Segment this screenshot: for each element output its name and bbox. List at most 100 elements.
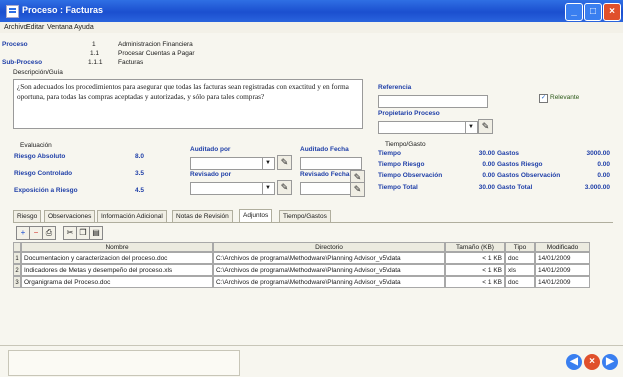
tiempo-value: 30.00 bbox=[478, 150, 495, 157]
table-row-modificado[interactable]: 14/01/2009 bbox=[535, 264, 590, 276]
table-row-modificado[interactable]: 14/01/2009 bbox=[535, 252, 590, 264]
tab-riesgo[interactable]: Riesgo bbox=[13, 210, 42, 222]
table-row-directorio[interactable]: C:\Archivos de programa\Methodware\Plann… bbox=[213, 264, 445, 276]
table-row-tipo[interactable]: doc bbox=[505, 276, 535, 288]
row-header[interactable]: 2 bbox=[13, 264, 21, 276]
menu-ayuda[interactable]: Ayuda bbox=[74, 24, 94, 31]
add-icon[interactable]: + bbox=[16, 226, 30, 240]
tiempo-gasto-label: Tiempo/Gasto bbox=[385, 141, 426, 148]
cut-icon[interactable]: ✂ bbox=[63, 226, 77, 240]
exposicion-riesgo-label: Exposición a Riesgo bbox=[14, 187, 78, 194]
maximize-button[interactable]: □ bbox=[584, 3, 602, 21]
proceso-name: Administracion Financiera bbox=[118, 41, 193, 48]
copy-icon[interactable]: ❐ bbox=[76, 226, 90, 240]
table-row-modificado[interactable]: 14/01/2009 bbox=[535, 276, 590, 288]
column-header-tamano[interactable]: Tamaño (KB) bbox=[445, 242, 505, 252]
table-row-tamano[interactable]: < 1 KB bbox=[445, 252, 505, 264]
attachments-toolbar: + − ⎙ ✂ ❐ ▤ bbox=[16, 226, 146, 240]
minimize-button[interactable]: _ bbox=[565, 3, 583, 21]
pencil-icon[interactable]: ✎ bbox=[277, 180, 292, 195]
table-row-directorio[interactable]: C:\Archivos de programa\Methodware\Plann… bbox=[213, 276, 445, 288]
tab-tiempo-gastos[interactable]: Tiempo/Gastos bbox=[279, 210, 331, 222]
gastos-observacion-value: 0.00 bbox=[597, 172, 610, 179]
gastos-observacion-label: Gastos Observación bbox=[497, 172, 561, 179]
revisado-fecha-label: Revisado Fecha bbox=[300, 171, 350, 178]
auditado-por-label: Auditado por bbox=[190, 146, 231, 153]
pencil-icon[interactable]: ✎ bbox=[478, 119, 493, 134]
chevron-down-icon[interactable]: ▼ bbox=[262, 158, 273, 169]
paste-icon[interactable]: ▤ bbox=[89, 226, 103, 240]
chevron-down-icon[interactable]: ▼ bbox=[465, 122, 476, 133]
title-bar: Proceso : Facturas _ □ × bbox=[0, 0, 623, 22]
grid-corner bbox=[13, 242, 21, 252]
gastos-riesgo-label: Gastos Riesgo bbox=[497, 161, 543, 168]
riesgo-controlado-value: 3.5 bbox=[135, 170, 145, 177]
auditado-fecha-label: Auditado Fecha bbox=[300, 146, 349, 153]
pencil-icon[interactable]: ✎ bbox=[350, 182, 365, 197]
menu-bar: Archivo Editar Ventana Ayuda bbox=[0, 22, 623, 33]
print-icon[interactable]: ⎙ bbox=[42, 226, 56, 240]
tiempo-riesgo-value: 0.00 bbox=[482, 161, 495, 168]
column-header-modificado[interactable]: Modificado bbox=[535, 242, 590, 252]
proceso-code-2: 1.1 bbox=[90, 50, 100, 57]
tab-adjuntos[interactable]: Adjuntos bbox=[239, 209, 273, 222]
close-icon[interactable]: × bbox=[584, 354, 600, 370]
tiempo-observacion-value: 0.00 bbox=[482, 172, 495, 179]
table-row-tamano[interactable]: < 1 KB bbox=[445, 276, 505, 288]
gasto-total-label: Gasto Total bbox=[497, 184, 533, 191]
propietario-label: Propietario Proceso bbox=[378, 110, 440, 117]
chevron-down-icon[interactable]: ▼ bbox=[262, 183, 273, 194]
tab-informacion-adicional[interactable]: Información Adicional bbox=[97, 210, 167, 222]
table-row-directorio[interactable]: C:\Archivos de programa\Methodware\Plann… bbox=[213, 252, 445, 264]
delete-icon[interactable]: − bbox=[29, 226, 43, 240]
close-button[interactable]: × bbox=[603, 3, 621, 21]
table-row-tipo[interactable]: doc bbox=[505, 252, 535, 264]
gastos-value: 3000.00 bbox=[586, 150, 611, 157]
forward-icon[interactable]: ▶ bbox=[602, 354, 618, 370]
table-row-nombre[interactable]: Documentacion y caracterizacion del proc… bbox=[21, 252, 213, 264]
table-row-tipo[interactable]: xls bbox=[505, 264, 535, 276]
description-label: Descripción/Guía bbox=[13, 69, 63, 76]
tiempo-riesgo-label: Tiempo Riesgo bbox=[378, 161, 425, 168]
app-icon bbox=[6, 5, 19, 18]
tiempo-label: Tiempo bbox=[378, 150, 401, 157]
column-header-nombre[interactable]: Nombre bbox=[21, 242, 213, 252]
menu-archivo[interactable]: Archivo bbox=[4, 24, 27, 31]
proceso-name-2: Procesar Cuentas a Pagar bbox=[118, 50, 195, 57]
gasto-total-value: 3.000.00 bbox=[584, 184, 610, 191]
table-row-nombre[interactable]: Indicadores de Metas y desempeño del pro… bbox=[21, 264, 213, 276]
row-header[interactable]: 1 bbox=[13, 252, 21, 264]
referencia-input[interactable] bbox=[378, 95, 488, 108]
referencia-label: Referencia bbox=[378, 84, 412, 91]
column-header-tipo[interactable]: Tipo bbox=[505, 242, 535, 252]
pencil-icon[interactable]: ✎ bbox=[277, 155, 292, 170]
relevante-label: Relevante bbox=[550, 94, 580, 101]
exposicion-riesgo-value: 4.5 bbox=[135, 187, 145, 194]
tab-notas-revision[interactable]: Notas de Revisión bbox=[172, 210, 233, 222]
riesgo-absoluto-label: Riesgo Absoluto bbox=[14, 153, 66, 160]
proceso-code: 1 bbox=[92, 41, 96, 48]
proceso-label: Proceso bbox=[2, 41, 28, 48]
subproceso-label: Sub-Proceso bbox=[2, 59, 43, 66]
subproceso-code: 1.1.1 bbox=[88, 59, 103, 66]
tiempo-total-label: Tiempo Total bbox=[378, 184, 418, 191]
menu-ventana[interactable]: Ventana bbox=[47, 24, 73, 31]
row-header[interactable]: 3 bbox=[13, 276, 21, 288]
description-textarea[interactable]: ¿Son adecuados los procedimientos para a… bbox=[13, 79, 363, 129]
status-bar: ◀ × ▶ bbox=[0, 345, 623, 377]
propietario-select[interactable] bbox=[378, 121, 478, 134]
table-row-tamano[interactable]: < 1 KB bbox=[445, 264, 505, 276]
tab-divider bbox=[13, 222, 613, 223]
window-title: Proceso : Facturas bbox=[22, 5, 104, 15]
back-icon[interactable]: ◀ bbox=[566, 354, 582, 370]
auditado-fecha-input[interactable] bbox=[300, 157, 362, 170]
gastos-riesgo-value: 0.00 bbox=[597, 161, 610, 168]
revisado-por-label: Revisado por bbox=[190, 171, 232, 178]
menu-editar[interactable]: Editar bbox=[26, 24, 44, 31]
relevante-checkbox[interactable]: ✓ bbox=[539, 94, 548, 103]
column-header-directorio[interactable]: Directorio bbox=[213, 242, 445, 252]
evaluacion-label: Evaluación bbox=[20, 142, 52, 149]
tab-observaciones[interactable]: Observaciones bbox=[44, 210, 96, 222]
status-panel bbox=[8, 350, 240, 376]
table-row-nombre[interactable]: Organigrama del Proceso.doc bbox=[21, 276, 213, 288]
